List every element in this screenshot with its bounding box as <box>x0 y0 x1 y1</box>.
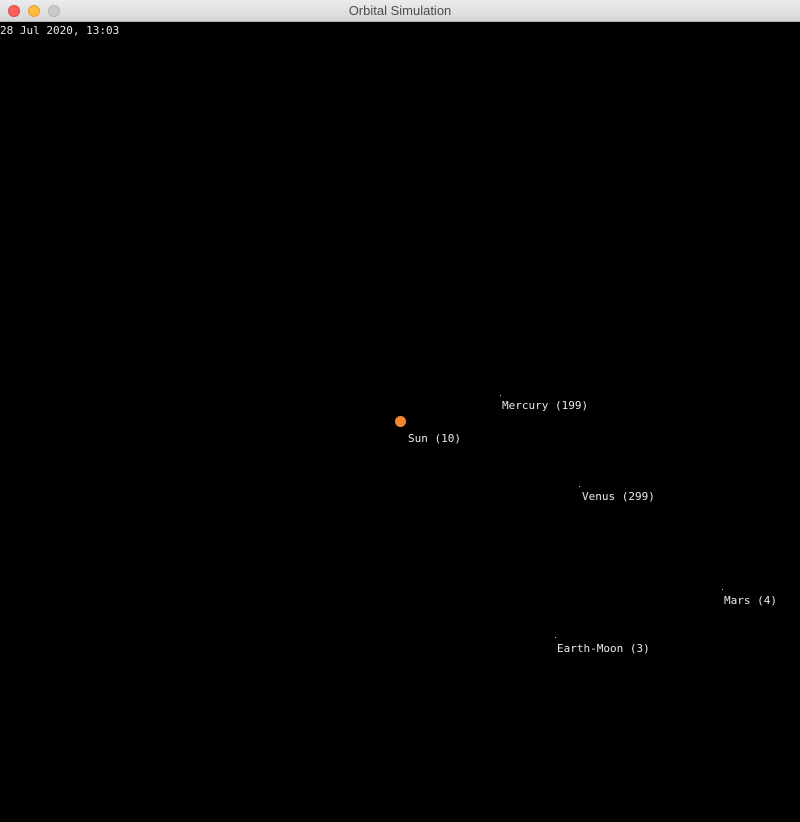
app-window: Orbital Simulation 28 Jul 2020, 13:03 Su… <box>0 0 800 822</box>
simulation-canvas[interactable]: 28 Jul 2020, 13:03 Sun (10) Mercury (199… <box>0 22 800 822</box>
window-title: Orbital Simulation <box>348 3 452 18</box>
venus-marker <box>579 486 580 487</box>
title-bar[interactable]: Orbital Simulation <box>0 0 800 22</box>
venus-label: Venus (299) <box>582 490 655 503</box>
mercury-marker <box>500 395 501 396</box>
datetime-readout: 28 Jul 2020, 13:03 <box>0 24 120 37</box>
mars-label: Mars (4) <box>724 594 777 607</box>
earth-moon-marker <box>555 637 556 638</box>
mercury-label: Mercury (199) <box>502 399 589 412</box>
sun-marker <box>395 416 406 427</box>
mars-marker <box>722 589 723 590</box>
earth-moon-label: Earth-Moon (3) <box>557 642 650 655</box>
sun-label: Sun (10) <box>408 432 461 445</box>
